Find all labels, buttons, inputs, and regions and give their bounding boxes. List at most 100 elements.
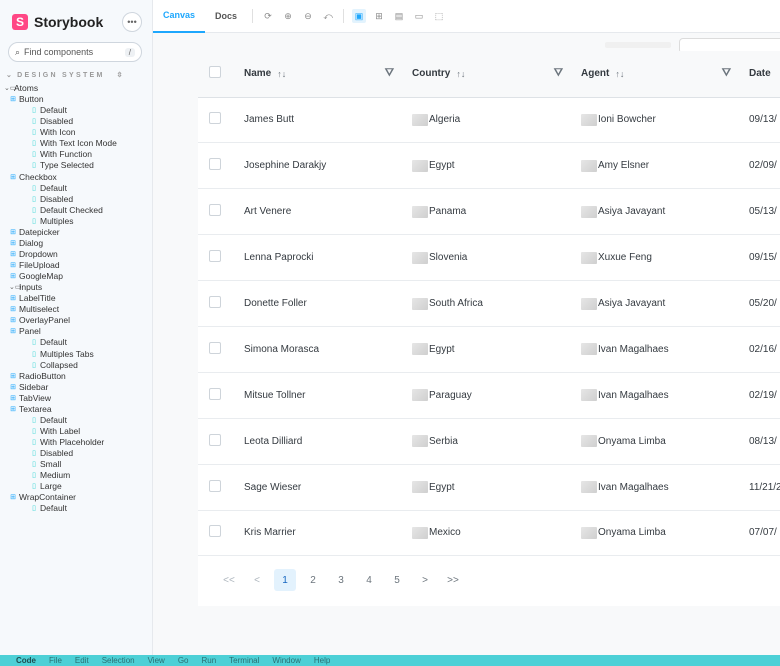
zoom-in-icon[interactable]: ⊕	[281, 9, 295, 23]
first-page-button[interactable]: <<	[218, 569, 240, 591]
column-header-name[interactable]: Name ↑↓ ⛛	[236, 51, 404, 98]
sidebar-folder-item[interactable]: ⌄▭ Atoms	[0, 83, 152, 94]
row-checkbox[interactable]	[209, 158, 221, 171]
sidebar-story-item[interactable]: ▯ Default	[0, 183, 152, 194]
table-row[interactable]: Simona Morasca Egypt Ivan Magalhaes 02/16/	[198, 326, 780, 373]
zoom-out-icon[interactable]: ⊖	[301, 9, 315, 23]
row-checkbox[interactable]	[209, 204, 221, 217]
table-row[interactable]: Donette Foller South Africa Asiya Javayant…	[198, 281, 780, 327]
measure-icon[interactable]: ▭	[412, 9, 426, 23]
sidebar-story-item[interactable]: ▯ Multiples	[0, 216, 152, 227]
table-row[interactable]: Sage Wieser Egypt Ivan Magalhaes 11/21/2	[198, 464, 780, 511]
sidebar-component-item[interactable]: ⊞ Dialog	[0, 238, 152, 249]
column-header-country[interactable]: Country ↑↓ ⛛	[404, 51, 573, 98]
next-page-button[interactable]: >	[414, 569, 436, 591]
page-button-4[interactable]: 4	[358, 569, 380, 591]
table-row[interactable]: Josephine Darakjy Egypt Amy Elsner 02/09/	[198, 143, 780, 189]
sidebar-story-item[interactable]: ▯ With Placeholder	[0, 437, 152, 448]
sidebar-story-item[interactable]: ▯ With Icon	[0, 127, 152, 138]
filter-icon[interactable]: ⛛	[722, 67, 731, 80]
menu-item-view[interactable]: View	[148, 656, 165, 665]
sidebar-component-item[interactable]: ⊞ OverlayPanel	[0, 315, 152, 326]
row-checkbox[interactable]	[209, 296, 221, 308]
row-checkbox[interactable]	[209, 479, 221, 492]
sidebar-component-item[interactable]: ⊞ Textarea	[0, 404, 152, 415]
menu-item-terminal[interactable]: Terminal	[229, 656, 259, 665]
menu-item-edit[interactable]: Edit	[75, 656, 89, 665]
sidebar-component-item[interactable]: ⊞ Datepicker	[0, 227, 152, 238]
menu-item-go[interactable]: Go	[178, 656, 189, 665]
sidebar-component-item[interactable]: ⊞ Multiselect	[0, 304, 152, 315]
sidebar-story-item[interactable]: ▯ With Label	[0, 426, 152, 437]
sidebar-folder-item[interactable]: ⌄▭ Inputs	[0, 282, 152, 293]
sidebar-story-item[interactable]: ▯ Disabled	[0, 194, 152, 205]
sidebar-story-item[interactable]: ▯ Disabled	[0, 116, 152, 127]
search-input[interactable]: ⌕ Find components /	[8, 42, 142, 62]
sidebar-component-item[interactable]: ⊞ LabelTitle	[0, 293, 152, 304]
table-row[interactable]: Art Venere Panama Asiya Javayant 05/13/	[198, 189, 780, 235]
sort-icon[interactable]: ↑↓	[277, 69, 286, 79]
sidebar-story-item[interactable]: ▯ With Function	[0, 149, 152, 160]
sidebar-component-item[interactable]: ⊞ Dropdown	[0, 249, 152, 260]
sidebar-story-item[interactable]: ▯ Large	[0, 481, 152, 492]
sidebar-story-item[interactable]: ▯ Small	[0, 459, 152, 470]
zoom-reset-icon[interactable]: ⤺	[321, 9, 335, 23]
row-checkbox[interactable]	[209, 387, 221, 400]
prev-page-button[interactable]: <	[246, 569, 268, 591]
sidebar-story-item[interactable]: ▯ Default	[0, 105, 152, 116]
menu-item-run[interactable]: Run	[201, 656, 216, 665]
sidebar-component-item[interactable]: ⊞ Sidebar	[0, 382, 152, 393]
sidebar-story-item[interactable]: ▯ With Text Icon Mode	[0, 138, 152, 149]
sidebar-story-item[interactable]: ▯ Default	[0, 415, 152, 426]
grid-icon[interactable]: ⊞	[372, 9, 386, 23]
sidebar-story-item[interactable]: ▯ Collapsed	[0, 360, 152, 371]
reload-icon[interactable]: ⟳	[261, 9, 275, 23]
menu-item-selection[interactable]: Selection	[102, 656, 135, 665]
column-header-agent[interactable]: Agent ↑↓ ⛛	[573, 51, 741, 98]
sort-icon[interactable]: ↑↓	[456, 69, 465, 79]
table-row[interactable]: Mitsue Tollner Paraguay Ivan Magalhaes 02/1…	[198, 372, 780, 419]
menu-item-file[interactable]: File	[49, 656, 62, 665]
sidebar-story-item[interactable]: ▯ Default	[0, 503, 152, 514]
last-page-button[interactable]: >>	[442, 569, 464, 591]
tab-docs[interactable]: Docs	[205, 0, 247, 33]
page-button-3[interactable]: 3	[330, 569, 352, 591]
sidebar-component-item[interactable]: ⊞ FileUpload	[0, 260, 152, 271]
menu-button[interactable]: •••	[122, 12, 142, 32]
page-button-5[interactable]: 5	[386, 569, 408, 591]
table-row[interactable]: Lenna Paprocki Slovenia Xuxue Feng 09/15/	[198, 235, 780, 281]
page-button-1[interactable]: 1	[274, 569, 296, 592]
background-icon[interactable]: ▣	[352, 9, 367, 23]
expand-collapse-icon[interactable]: ⇳	[117, 71, 125, 79]
row-checkbox[interactable]	[209, 525, 221, 538]
row-checkbox[interactable]	[209, 112, 221, 125]
viewport-icon[interactable]: ▤	[392, 9, 406, 23]
sidebar-story-item[interactable]: ▯ Disabled	[0, 448, 152, 459]
sidebar-story-item[interactable]: ▯ Type Selected	[0, 160, 152, 171]
filter-icon[interactable]: ⛛	[385, 67, 394, 80]
sidebar-component-item[interactable]: ⊞ WrapContainer	[0, 492, 152, 503]
outline-icon[interactable]: ⬚	[432, 9, 446, 23]
tab-canvas[interactable]: Canvas	[153, 0, 206, 33]
table-row[interactable]: James Butt Algeria Ioni Bowcher 09/13/	[198, 97, 780, 143]
sidebar-story-item[interactable]: ▯ Default	[0, 337, 152, 348]
sidebar-component-item[interactable]: ⊞ Button	[0, 94, 152, 105]
page-button-2[interactable]: 2	[302, 569, 324, 591]
table-row[interactable]: Kris Marrier Mexico Onyama Limba 07/07/	[198, 510, 780, 556]
sidebar-component-item[interactable]: ⊞ RadioButton	[0, 371, 152, 382]
row-checkbox[interactable]	[209, 341, 221, 354]
sort-icon[interactable]: ↑↓	[615, 69, 624, 79]
sidebar-component-item[interactable]: ⊞ Panel	[0, 326, 152, 337]
menu-item-window[interactable]: Window	[272, 656, 300, 665]
table-row[interactable]: Leota Dilliard Serbia Onyama Limba 08/13/	[198, 418, 780, 465]
filter-icon[interactable]: ⛛	[554, 67, 563, 80]
sidebar-story-item[interactable]: ▯ Multiples Tabs	[0, 349, 152, 360]
sidebar-story-item[interactable]: ▯ Medium	[0, 470, 152, 481]
select-all-checkbox[interactable]	[209, 66, 221, 79]
row-checkbox[interactable]	[209, 250, 221, 263]
sidebar-story-item[interactable]: ▯ Default Checked	[0, 205, 152, 216]
column-header-date[interactable]: Date	[741, 51, 780, 98]
sidebar-component-item[interactable]: ⊞ TabView	[0, 393, 152, 404]
section-header-design-system[interactable]: ⌄ DESIGN SYSTEM ⇳	[0, 71, 152, 80]
sidebar-component-item[interactable]: ⊞ GoogleMap	[0, 271, 152, 282]
